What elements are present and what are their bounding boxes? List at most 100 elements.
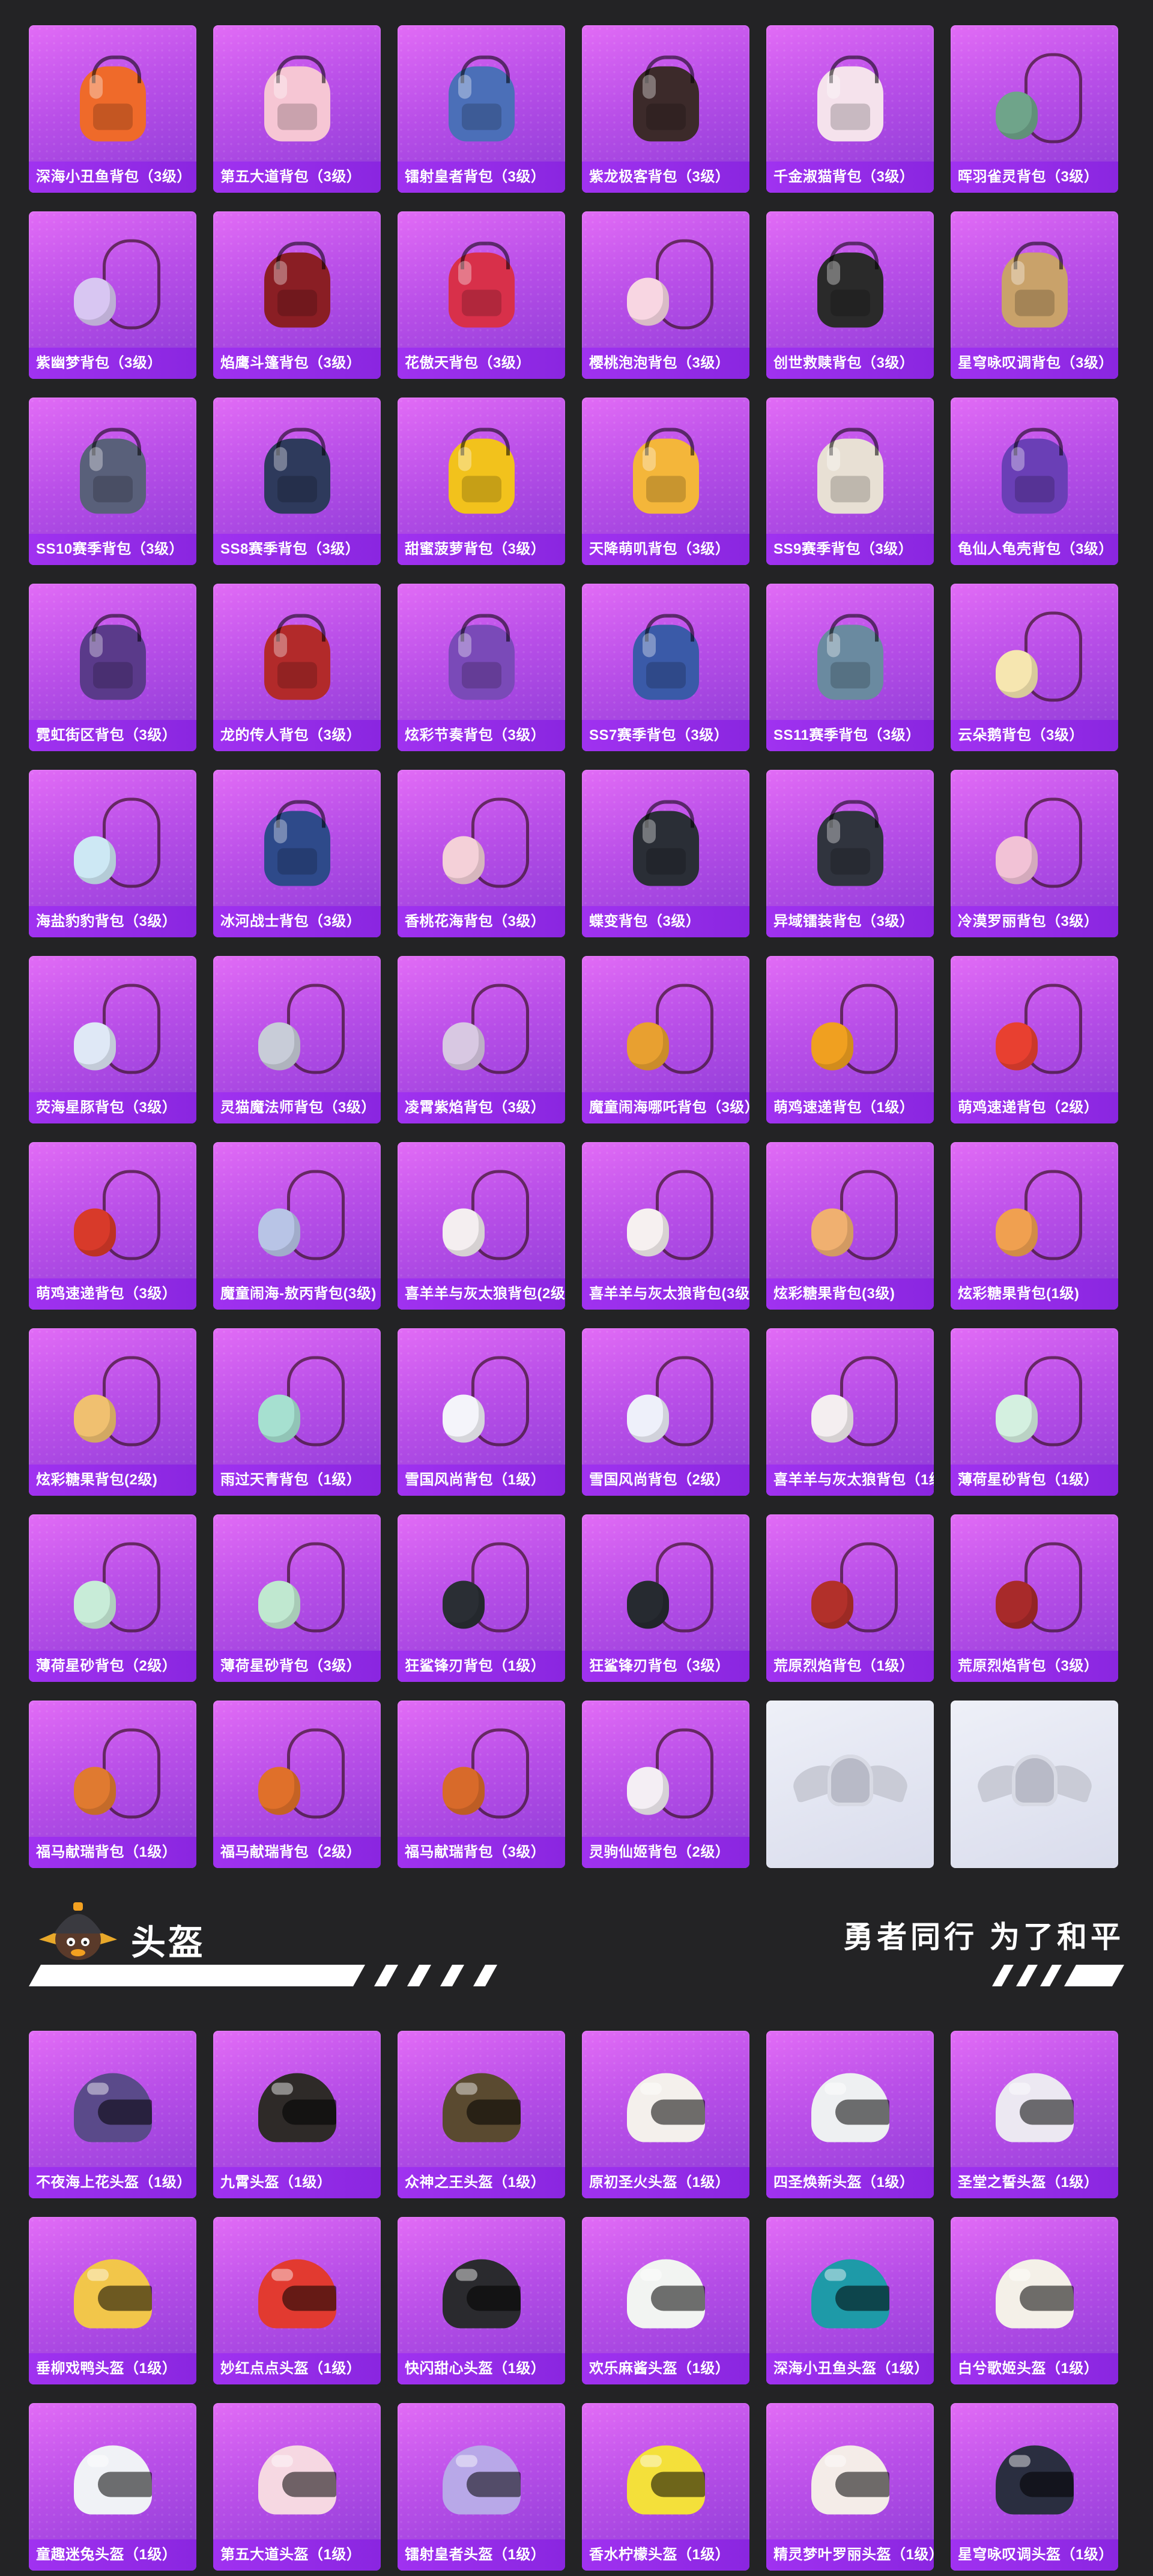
- backpack-label: 福马献瑞背包（1级）: [29, 1837, 196, 1868]
- backpack-card[interactable]: 蝶变背包（3级）: [582, 770, 749, 937]
- backpack-card[interactable]: 紫龙极客背包（3级）: [582, 25, 749, 193]
- backpack-card[interactable]: 云朵鹅背包（3级）: [951, 584, 1118, 751]
- backpack-label: SS11赛季背包（3级）: [766, 720, 934, 751]
- backpack-card[interactable]: 荧海星豚背包（3级）: [29, 956, 196, 1123]
- backpack-card[interactable]: 福马献瑞背包（3级）: [398, 1701, 565, 1868]
- backpack-image: [805, 1166, 898, 1265]
- backpack-card[interactable]: 薄荷星砂背包（2级）: [29, 1514, 196, 1682]
- helmet-card[interactable]: 不夜海上花头盔（1级）: [29, 2031, 196, 2198]
- backpack-card[interactable]: 樱桃泡泡背包（3级）: [582, 211, 749, 379]
- backpack-card[interactable]: 异域镭装背包（3级）: [766, 770, 934, 937]
- backpack-card[interactable]: 薄荷星砂背包（1级）: [951, 1328, 1118, 1496]
- backpack-card[interactable]: [951, 1701, 1118, 1868]
- backpack-card[interactable]: 甜蜜菠萝背包（3级）: [398, 398, 565, 565]
- helmet-card[interactable]: 深海小丑鱼头盔（1级）: [766, 2217, 934, 2384]
- backpack-card[interactable]: 紫幽梦背包（3级）: [29, 211, 196, 379]
- backpack-card[interactable]: 炫彩节奏背包（3级）: [398, 584, 565, 751]
- backpack-card[interactable]: 炫彩糖果背包(2级): [29, 1328, 196, 1496]
- charm-backpack-icon: [258, 1394, 300, 1443]
- backpack-label: 紫幽梦背包（3级）: [29, 348, 196, 379]
- backpack-card[interactable]: 萌鸡速递背包（1级）: [766, 956, 934, 1123]
- backpack-card[interactable]: 灵猫魔法师背包（3级）: [213, 956, 381, 1123]
- backpack-card[interactable]: 狂鲨锋刃背包（1级）: [398, 1514, 565, 1682]
- backpack-card[interactable]: 福马献瑞背包（2级）: [213, 1701, 381, 1868]
- backpack-card[interactable]: 镭射皇者背包（3级）: [398, 25, 565, 193]
- charm-backpack-icon: [258, 1022, 300, 1071]
- backpack-card[interactable]: 冷漠罗丽背包（3级）: [951, 770, 1118, 937]
- backpack-card[interactable]: 创世救赎背包（3级）: [766, 211, 934, 379]
- backpack-card[interactable]: 狂鲨锋刃背包（3级）: [582, 1514, 749, 1682]
- backpack-card[interactable]: 萌鸡速递背包（2级）: [951, 956, 1118, 1123]
- backpack-label: 异域镭装背包（3级）: [766, 906, 934, 937]
- backpack-card[interactable]: 雪国风尚背包（1级）: [398, 1328, 565, 1496]
- helmet-card[interactable]: 圣堂之誓头盔（1级）: [951, 2031, 1118, 2198]
- backpack-card[interactable]: 香桃花海背包（3级）: [398, 770, 565, 937]
- backpack-card[interactable]: 深海小丑鱼背包（3级）: [29, 25, 196, 193]
- helmet-card[interactable]: 第五大道头盔（1级）: [213, 2403, 381, 2571]
- backpack-card[interactable]: [766, 1701, 934, 1868]
- backpack-card[interactable]: 炫彩糖果背包(3级): [766, 1142, 934, 1310]
- helmet-card[interactable]: 香水柠檬头盔（1级）: [582, 2403, 749, 2571]
- helmet-card[interactable]: 精灵梦叶罗丽头盔（1级）: [766, 2403, 934, 2571]
- backpack-card[interactable]: 海盐豹豹背包（3级）: [29, 770, 196, 937]
- helmet-card[interactable]: 星穹咏叹调头盔（1级）: [951, 2403, 1118, 2571]
- backpack-card[interactable]: 喜羊羊与灰太狼背包(2级): [398, 1142, 565, 1310]
- backpack-card[interactable]: 晖羽雀灵背包（3级）: [951, 25, 1118, 193]
- backpack-card[interactable]: 薄荷星砂背包（3级）: [213, 1514, 381, 1682]
- backpack-card[interactable]: 霓虹街区背包（3级）: [29, 584, 196, 751]
- backpack-card[interactable]: 福马献瑞背包（1级）: [29, 1701, 196, 1868]
- backpack-card[interactable]: SS11赛季背包（3级）: [766, 584, 934, 751]
- backpack-label: SS8赛季背包（3级）: [213, 534, 381, 565]
- charm-backpack-icon: [995, 836, 1038, 884]
- backpack-card[interactable]: 冰河战士背包（3级）: [213, 770, 381, 937]
- backpack-image: [437, 794, 529, 893]
- backpack-card[interactable]: 魔童闹海-敖丙背包(3级): [213, 1142, 381, 1310]
- helmet-label: 垂柳戏鸭头盔（1级）: [29, 2353, 196, 2384]
- backpack-card[interactable]: 龙的传人背包（3级）: [213, 584, 381, 751]
- backpack-card[interactable]: SS8赛季背包（3级）: [213, 398, 381, 565]
- helmet-card[interactable]: 欢乐麻酱头盔（1级）: [582, 2217, 749, 2384]
- backpack-card[interactable]: 荒原烈焰背包（3级）: [951, 1514, 1118, 1682]
- helmet-card[interactable]: 童趣迷兔头盔（1级）: [29, 2403, 196, 2571]
- helmet-card[interactable]: 垂柳戏鸭头盔（1级）: [29, 2217, 196, 2384]
- helmet-card[interactable]: 快闪甜心头盔（1级）: [398, 2217, 565, 2384]
- backpack-icon: [264, 55, 330, 142]
- backpack-card[interactable]: 第五大道背包（3级）: [213, 25, 381, 193]
- backpack-card[interactable]: 魔童闹海哪吒背包（3级）: [582, 956, 749, 1123]
- backpack-card[interactable]: 千金淑猫背包（3级）: [766, 25, 934, 193]
- backpack-card[interactable]: 雨过天青背包（1级）: [213, 1328, 381, 1496]
- backpack-card[interactable]: 焰鹰斗篷背包（3级）: [213, 211, 381, 379]
- backpack-card[interactable]: SS10赛季背包（3级）: [29, 398, 196, 565]
- backpack-label: 狂鲨锋刃背包（3级）: [582, 1651, 749, 1682]
- helmet-label: 圣堂之誓头盔（1级）: [951, 2167, 1118, 2198]
- backpack-card[interactable]: 天降萌叽背包（3级）: [582, 398, 749, 565]
- charm-backpack-icon: [73, 1208, 116, 1257]
- backpack-card[interactable]: 雪国风尚背包（2级）: [582, 1328, 749, 1496]
- backpack-card[interactable]: 龟仙人龟壳背包（3级）: [951, 398, 1118, 565]
- backpack-card[interactable]: 花傲天背包（3级）: [398, 211, 565, 379]
- backpack-label: 荧海星豚背包（3级）: [29, 1092, 196, 1123]
- charm-backpack-icon: [811, 1580, 853, 1629]
- backpack-card[interactable]: SS7赛季背包（3级）: [582, 584, 749, 751]
- backpack-card[interactable]: 炫彩糖果背包(1级): [951, 1142, 1118, 1310]
- backpack-card[interactable]: 凌霄紫焰背包（3级）: [398, 956, 565, 1123]
- backpack-card[interactable]: 喜羊羊与灰太狼背包(3级): [582, 1142, 749, 1310]
- backpack-card[interactable]: 萌鸡速递背包（3级）: [29, 1142, 196, 1310]
- helmet-card[interactable]: 原初圣火头盔（1级）: [582, 2031, 749, 2198]
- backpack-image: [621, 1352, 713, 1451]
- helmet-card[interactable]: 白兮歌姬头盔（1级）: [951, 2217, 1118, 2384]
- helmet-card[interactable]: 九霄头盔（1级）: [213, 2031, 381, 2198]
- helmet-card[interactable]: 众神之王头盔（1级）: [398, 2031, 565, 2198]
- helmet-card[interactable]: 妙红点点头盔（1级）: [213, 2217, 381, 2384]
- helmet-card[interactable]: 四圣焕新头盔（1级）: [766, 2031, 934, 2198]
- backpack-image: [621, 794, 711, 893]
- backpack-card[interactable]: 星穹咏叹调背包（3级）: [951, 211, 1118, 379]
- backpack-image: [805, 49, 895, 148]
- backpack-card[interactable]: SS9赛季背包（3级）: [766, 398, 934, 565]
- backpack-image: [437, 49, 527, 148]
- backpack-image: [68, 1538, 160, 1637]
- backpack-card[interactable]: 荒原烈焰背包（1级）: [766, 1514, 934, 1682]
- helmet-card[interactable]: 镭射皇者头盔（1级）: [398, 2403, 565, 2571]
- backpack-card[interactable]: 喜羊羊与灰太狼背包（1级）: [766, 1328, 934, 1496]
- backpack-card[interactable]: 灵驹仙姬背包（2级）: [582, 1701, 749, 1868]
